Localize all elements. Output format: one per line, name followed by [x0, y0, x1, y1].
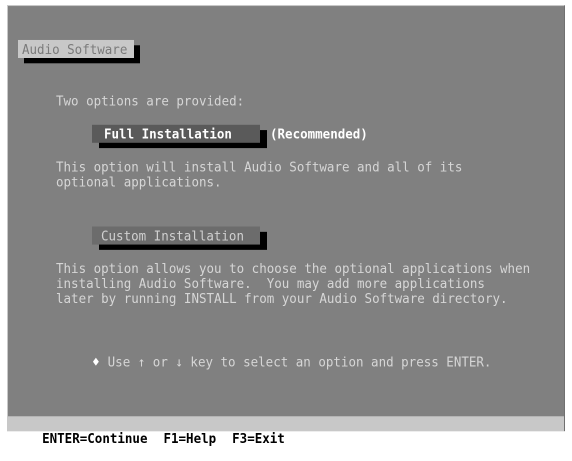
navigation-hint: ♦ Use ↑ or ↓ key to select an option and … — [62, 340, 491, 385]
navigation-hint-text: Use ↑ or ↓ key to select an option and p… — [107, 353, 492, 370]
status-f3-exit[interactable]: F3=Exit — [232, 430, 285, 446]
status-f1-help[interactable]: F1=Help — [163, 430, 216, 446]
custom-installation-button[interactable]: Custom Installation — [92, 226, 260, 245]
recommended-note: (Recommended) — [270, 125, 368, 142]
installer-screen: Audio Software Two options are provided:… — [7, 5, 565, 445]
full-installation-button[interactable]: Full Installation — [92, 124, 260, 143]
custom-installation-description-line-1: This option allows you to choose the opt… — [56, 260, 531, 277]
status-bar: ENTER=Continue F1=Help F3=Exit — [8, 416, 564, 445]
status-enter-continue[interactable]: ENTER=Continue — [42, 430, 147, 446]
full-installation-description-line-1: This option will install Audio Software … — [56, 158, 463, 175]
custom-installation-description-line-2: installing Audio Software. You may add m… — [56, 275, 485, 292]
full-installation-description-line-2: optional applications. — [56, 173, 222, 190]
page-title: Audio Software — [18, 39, 135, 58]
diamond-bullet-icon: ♦ — [92, 353, 100, 370]
intro-text: Two options are provided: — [56, 92, 245, 109]
custom-installation-description-line-3: later by running INSTALL from your Audio… — [56, 290, 508, 307]
